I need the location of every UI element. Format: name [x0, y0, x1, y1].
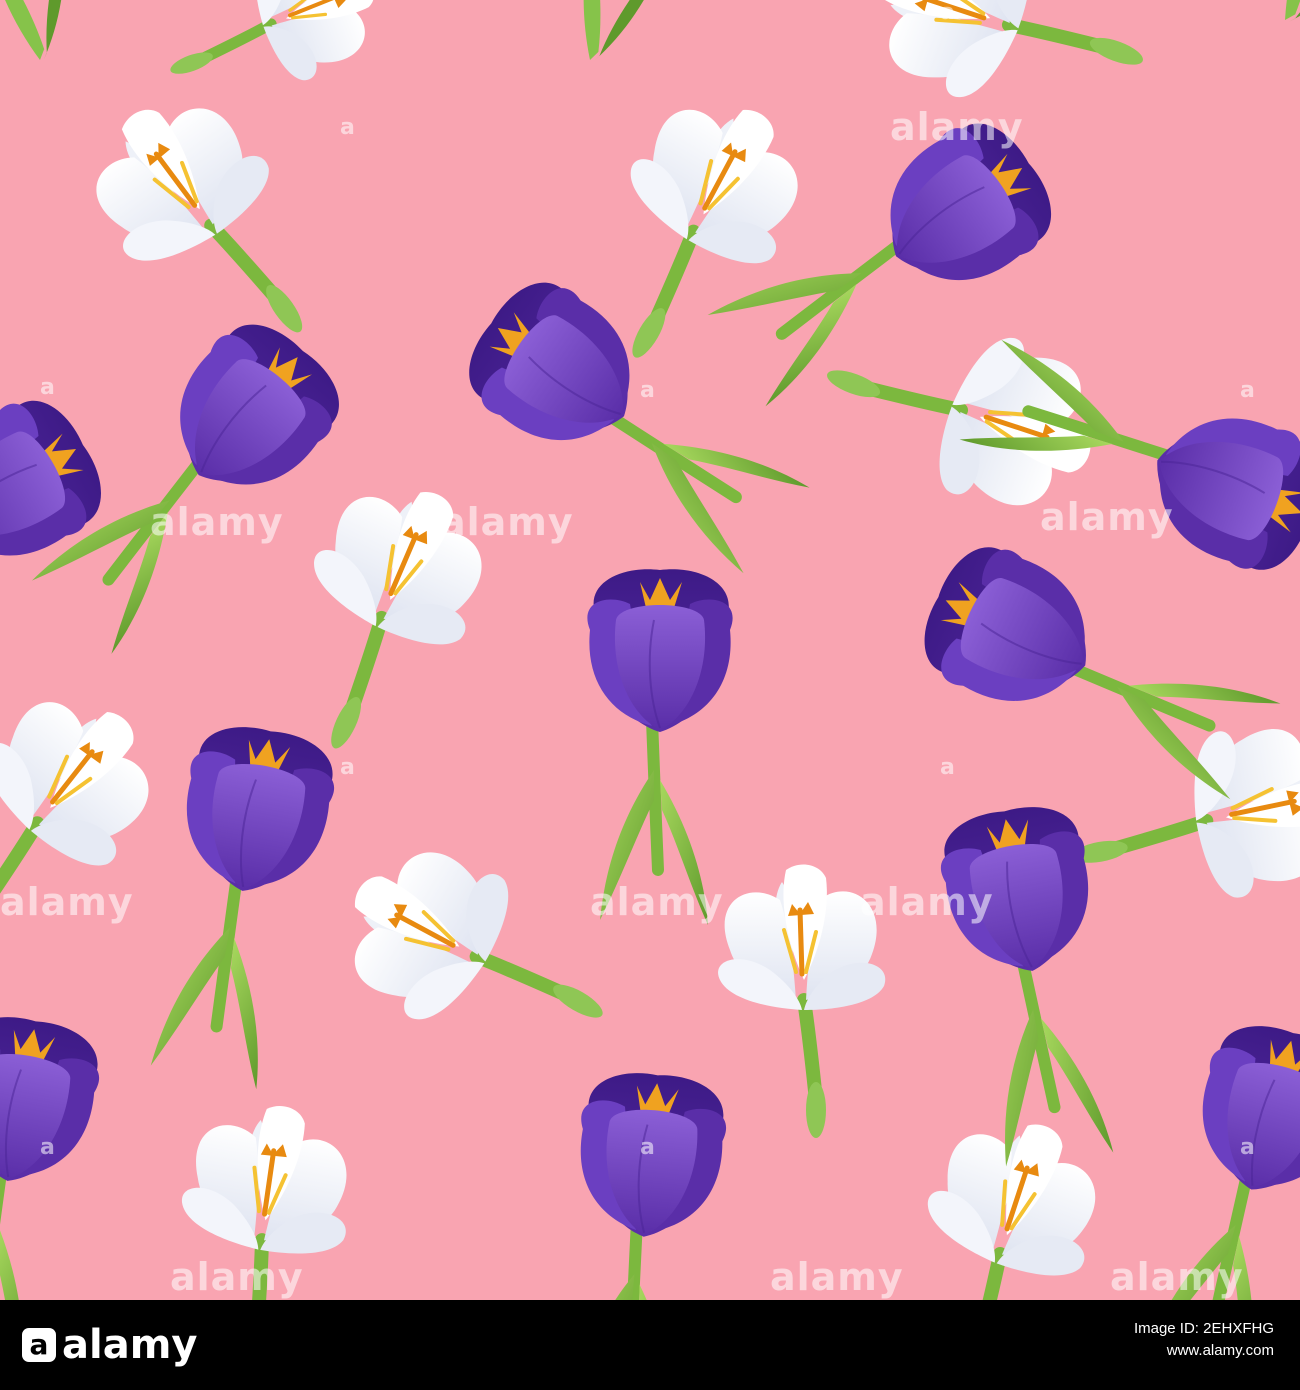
site-url[interactable]: www.alamy.com	[1134, 1340, 1274, 1362]
alamy-logo[interactable]: a alamy	[22, 1322, 197, 1368]
alamy-logo-icon: a	[22, 1328, 56, 1362]
image-id-block: Image ID: 2EHXFHG www.alamy.com	[1134, 1318, 1274, 1362]
stock-footer: a alamy Image ID: 2EHXFHG www.alamy.com	[0, 1300, 1300, 1390]
image-id: Image ID: 2EHXFHG	[1133, 1320, 1274, 1337]
alamy-logo-text: alamy	[62, 1322, 198, 1368]
pattern-canvas: alamy alamy alamy alamy alamy alamy alam…	[0, 0, 1300, 1300]
crocus-pattern	[0, 0, 1300, 1300]
